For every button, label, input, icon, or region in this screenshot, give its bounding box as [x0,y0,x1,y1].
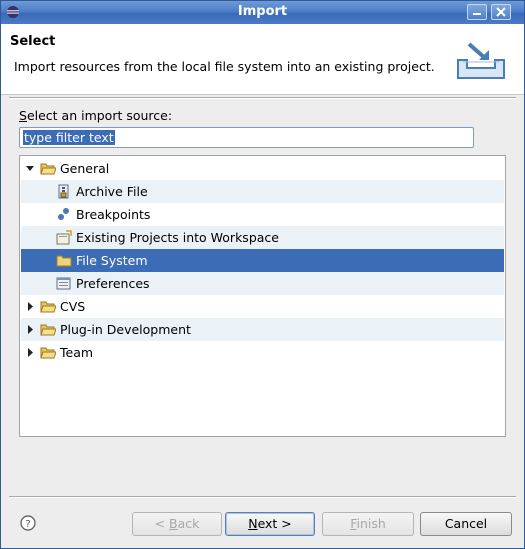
folder-icon [40,301,56,313]
folder-icon [56,255,72,267]
window-title: Import [237,4,288,19]
collapsed-arrow-icon[interactable] [24,318,36,341]
tree-item-label: Preferences [76,276,150,291]
finish-button[interactable]: Finish [322,512,414,536]
tree-item-archive-file[interactable]: Archive File [21,180,504,203]
preferences-icon [56,277,71,290]
tree-item-label: Breakpoints [76,207,151,222]
tree-item-label: Existing Projects into Workspace [76,230,279,245]
next-label: ext > [257,516,292,531]
import-source-tree[interactable]: General Archive File Breakpoints Existin… [19,155,506,437]
filter-input[interactable]: type filter text [19,127,474,148]
tree-item-preferences[interactable]: Preferences [21,272,504,295]
collapsed-arrow-icon[interactable] [24,341,36,364]
header-separator [9,97,516,99]
tree-item-label: General [60,161,110,176]
tree-item-team[interactable]: Team [21,341,504,364]
tree-item-label: Archive File [76,184,148,199]
finish-label: inish [356,516,386,531]
page-description: Import resources from the local file sys… [14,59,435,74]
folder-open-icon [40,163,56,175]
existing-projects-icon [56,230,72,245]
close-icon [496,7,506,17]
label-text: elect an import source: [26,108,173,123]
footer-separator [9,496,516,498]
next-mnemonic: N [248,516,258,531]
archive-file-icon [58,184,69,199]
tree-item-cvs[interactable]: CVS [21,295,504,318]
tree-item-general[interactable]: General [21,157,504,180]
tree-item-file-system[interactable]: File System [21,249,504,272]
folder-icon [40,347,56,359]
tree-item-label: CVS [60,299,86,314]
breakpoints-icon [58,208,69,220]
title-bar[interactable]: Import [1,1,524,24]
tree-item-existing-projects[interactable]: Existing Projects into Workspace [21,226,504,249]
back-label: ack [177,516,200,531]
back-mnemonic: B [169,516,178,531]
import-source-label: Select an import source: [19,108,172,123]
dialog-header: Select Import resources from the local f… [1,24,524,95]
folder-icon [40,324,56,336]
tree-item-label: File System [76,253,148,268]
cancel-button[interactable]: Cancel [420,512,512,536]
minimize-button[interactable] [467,4,487,20]
close-button[interactable] [491,4,511,20]
import-dialog: Import Select Import resources from the … [0,0,525,549]
back-button[interactable]: < Back [132,512,222,536]
tree-item-label: Team [60,345,94,360]
expanded-arrow-icon[interactable] [24,157,36,180]
label-mnemonic: S [19,108,27,123]
filter-text: type filter text [23,130,115,145]
svg-text:?: ? [25,519,30,530]
back-prefix: < [154,516,170,531]
next-button[interactable]: Next > [225,512,315,536]
import-banner-icon [457,42,505,79]
page-title: Select [10,34,56,49]
collapsed-arrow-icon[interactable] [24,295,36,318]
minimize-icon [473,13,481,15]
tree-item-plugin-development[interactable]: Plug-in Development [21,318,504,341]
tree-item-breakpoints[interactable]: Breakpoints [21,203,504,226]
tree-item-label: Plug-in Development [60,322,191,337]
help-icon[interactable]: ? [20,515,36,531]
